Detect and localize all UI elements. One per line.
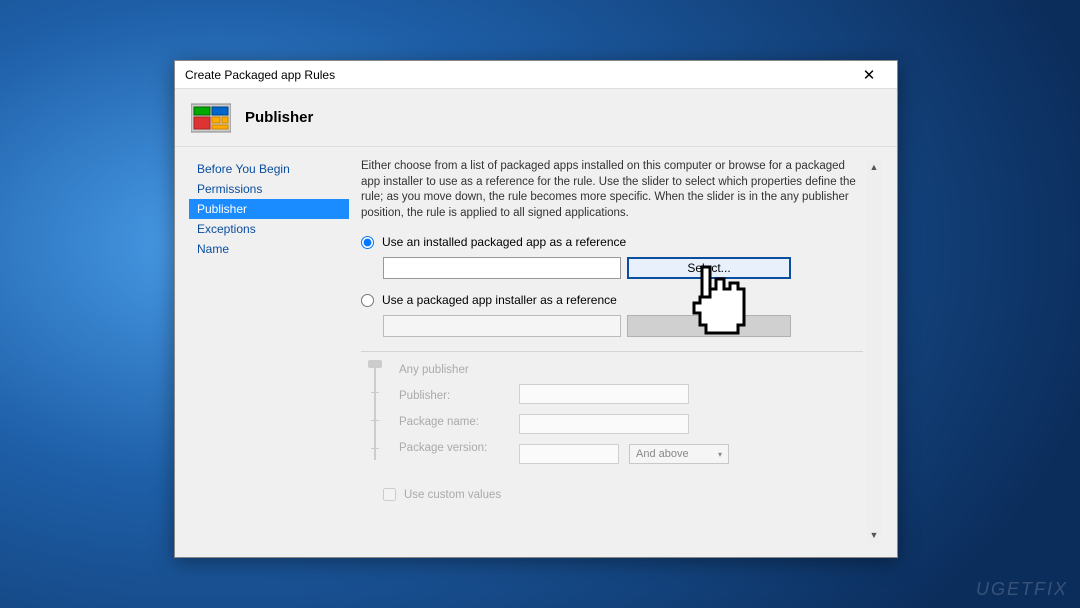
properties-area: Any publisher Publisher: Package name: P… bbox=[361, 362, 863, 464]
wizard-icon bbox=[191, 102, 231, 134]
page-title: Publisher bbox=[245, 109, 313, 126]
option-app-installer[interactable]: Use a packaged app installer as a refere… bbox=[361, 293, 863, 307]
option-installed-app[interactable]: Use an installed packaged app as a refer… bbox=[361, 235, 863, 249]
prop-publisher-label: Publisher: bbox=[399, 390, 505, 402]
properties-slider[interactable] bbox=[365, 362, 385, 464]
sidebar-item-before-you-begin[interactable]: Before You Begin bbox=[189, 159, 349, 179]
custom-values-row: Use custom values bbox=[383, 488, 863, 501]
dialog-body: Before You Begin Permissions Publisher E… bbox=[175, 147, 897, 557]
watermark: UGETFIX bbox=[976, 579, 1068, 600]
sidebar-item-name[interactable]: Name bbox=[189, 239, 349, 259]
description-text: Either choose from a list of packaged ap… bbox=[361, 159, 863, 221]
installed-app-reference-input[interactable] bbox=[383, 257, 621, 279]
version-comparison-value: And above bbox=[636, 448, 689, 460]
divider bbox=[361, 351, 863, 352]
browse-button bbox=[627, 315, 791, 337]
close-icon: ✕ bbox=[863, 66, 876, 84]
window-title: Create Packaged app Rules bbox=[185, 68, 335, 82]
custom-values-label: Use custom values bbox=[404, 489, 501, 501]
wizard-sidebar: Before You Begin Permissions Publisher E… bbox=[189, 159, 349, 543]
radio-installed-app[interactable] bbox=[361, 236, 374, 249]
package-name-field bbox=[519, 414, 689, 434]
publisher-field bbox=[519, 384, 689, 404]
vertical-scrollbar[interactable]: ▲ ▼ bbox=[867, 159, 881, 543]
version-comparison-select: And above ▾ bbox=[629, 444, 729, 464]
prop-any-publisher-label: Any publisher bbox=[399, 364, 505, 376]
sidebar-item-exceptions[interactable]: Exceptions bbox=[189, 219, 349, 239]
sidebar-item-permissions[interactable]: Permissions bbox=[189, 179, 349, 199]
wizard-header: Publisher bbox=[175, 89, 897, 147]
close-button[interactable]: ✕ bbox=[849, 61, 889, 88]
chevron-down-icon: ▾ bbox=[718, 450, 722, 459]
custom-values-checkbox bbox=[383, 488, 396, 501]
package-version-field bbox=[519, 444, 619, 464]
option-app-installer-label: Use a packaged app installer as a refere… bbox=[382, 293, 617, 307]
radio-app-installer[interactable] bbox=[361, 294, 374, 307]
app-installer-reference-input bbox=[383, 315, 621, 337]
titlebar: Create Packaged app Rules ✕ bbox=[175, 61, 897, 89]
option-installed-app-label: Use an installed packaged app as a refer… bbox=[382, 235, 626, 249]
scroll-up-icon[interactable]: ▲ bbox=[867, 159, 881, 175]
prop-package-version-label: Package version: bbox=[399, 442, 505, 454]
sidebar-item-publisher[interactable]: Publisher bbox=[189, 199, 349, 219]
scroll-down-icon[interactable]: ▼ bbox=[867, 527, 881, 543]
content-pane: ▲ ▼ Either choose from a list of package… bbox=[361, 159, 883, 543]
prop-package-name-label: Package name: bbox=[399, 416, 505, 428]
select-button[interactable]: Select... bbox=[627, 257, 791, 279]
dialog-window: Create Packaged app Rules ✕ Publisher Be… bbox=[174, 60, 898, 558]
